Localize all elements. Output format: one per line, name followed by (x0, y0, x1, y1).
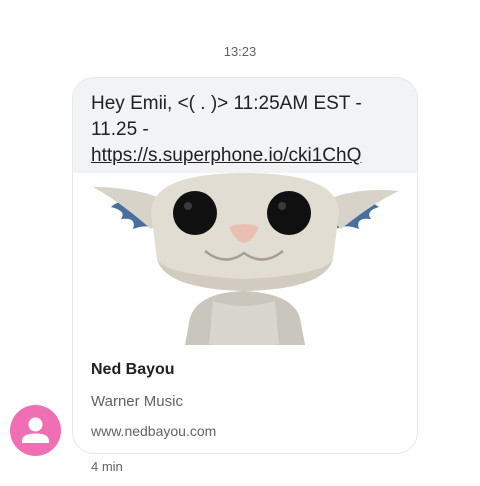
link-preview-image[interactable] (73, 173, 417, 345)
message-text: Hey Emii, <( . )> 11:25AM EST - 11.25 - … (73, 78, 417, 173)
person-icon (22, 417, 49, 443)
link-preview-domain: www.nedbayou.com (91, 423, 217, 439)
message-bubble[interactable]: Hey Emii, <( . )> 11:25AM EST - 11.25 - … (72, 77, 418, 454)
message-age: 4 min (91, 459, 123, 474)
link-preview-card[interactable]: Ned Bayou Warner Music www.nedbayou.com (73, 345, 417, 439)
link-preview-subtitle: Warner Music (91, 393, 183, 410)
sender-avatar[interactable] (10, 405, 61, 456)
message-text-body: Hey Emii, <( . )> 11:25AM EST - 11.25 - (91, 93, 362, 140)
link-preview-title: Ned Bayou (91, 361, 175, 378)
message-timestamp: 13:23 (223, 44, 257, 59)
message-link[interactable]: https://s.superphone.io/cki1ChQ (91, 145, 361, 166)
vinyl-toy-figure-image (93, 173, 399, 345)
